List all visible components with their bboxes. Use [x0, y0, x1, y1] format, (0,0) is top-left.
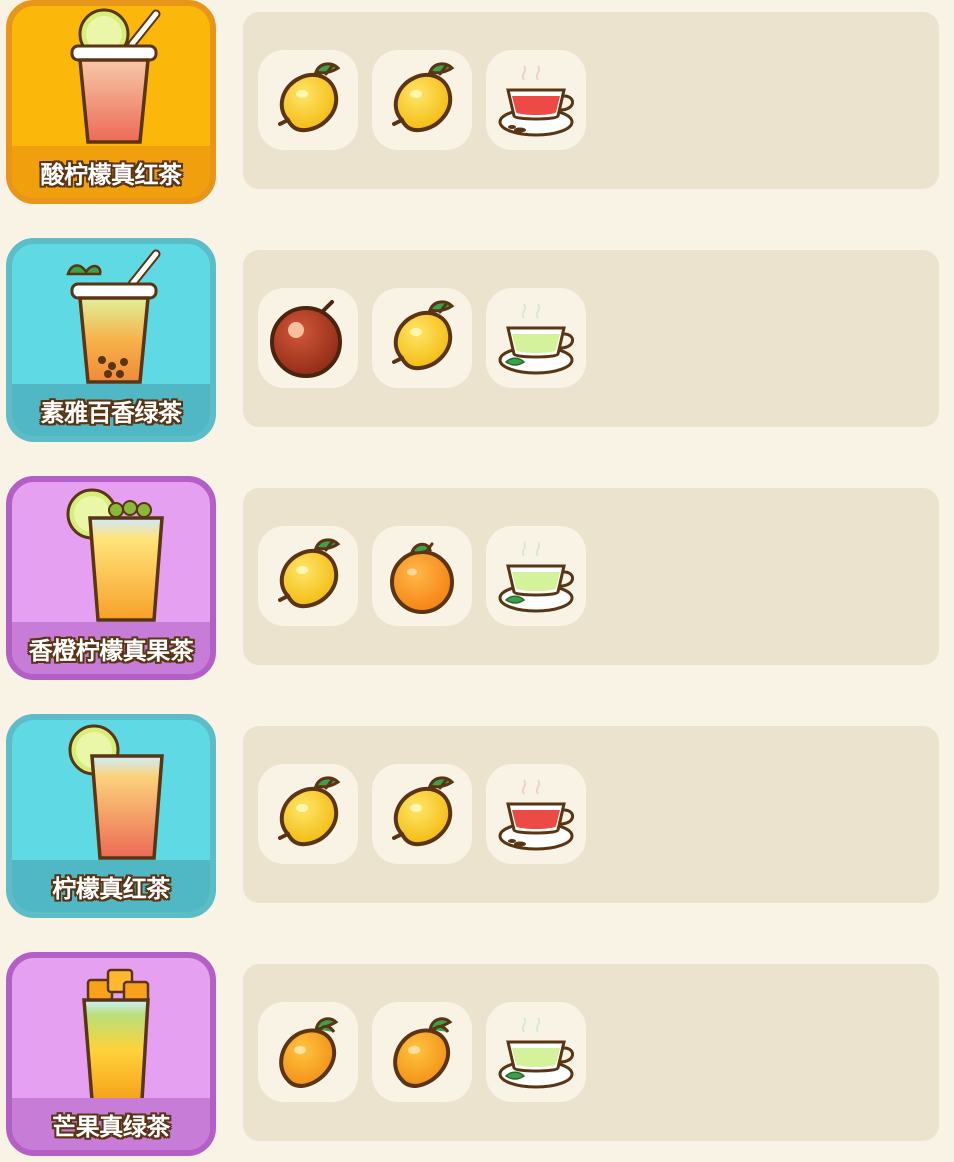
- recipe-card[interactable]: 素雅百香绿茶: [6, 238, 216, 442]
- recipe-name: 香橙柠檬真果茶: [28, 636, 194, 665]
- lemon-black-tea-drink-icon: [70, 8, 161, 144]
- ingredient-panel: [243, 964, 939, 1141]
- recipe-row: 酸柠檬真红茶: [0, 0, 954, 210]
- lemon-icon: [372, 50, 472, 150]
- green-tea-icon: [486, 288, 586, 388]
- ingredient-panel: [243, 488, 939, 665]
- lemon-icon: [258, 764, 358, 864]
- recipe-card[interactable]: 柠檬真红茶: [6, 714, 216, 918]
- recipe-name: 素雅百香绿茶: [40, 398, 183, 427]
- recipe-name-band: 柠檬真红茶: [12, 860, 210, 912]
- recipe-row: 芒果真绿茶: [0, 952, 954, 1162]
- recipe-name: 芒果真绿茶: [52, 1112, 170, 1141]
- ingredient-panel: [243, 250, 939, 427]
- mango-icon: [372, 1002, 472, 1102]
- mango-icon: [258, 1002, 358, 1102]
- recipe-row: 香橙柠檬真果茶: [0, 476, 954, 686]
- ingredient-slot[interactable]: [486, 288, 586, 388]
- mango-green-tea-drink-icon: [82, 968, 150, 1102]
- green-tea-icon: [486, 526, 586, 626]
- recipe-name: 酸柠檬真红茶: [40, 160, 183, 189]
- lemon-icon: [372, 764, 472, 864]
- black-tea-icon: [486, 50, 586, 150]
- ingredient-slot[interactable]: [372, 50, 472, 150]
- orange-icon: [372, 526, 472, 626]
- recipe-name: 柠檬真红茶: [52, 874, 170, 903]
- ingredient-panel: [243, 12, 939, 189]
- recipe-name-band: 香橙柠檬真果茶: [12, 622, 210, 674]
- lemon-icon: [258, 526, 358, 626]
- ingredient-slot[interactable]: [372, 1002, 472, 1102]
- recipe-row: 柠檬真红茶: [0, 714, 954, 924]
- recipe-row: 素雅百香绿茶: [0, 238, 954, 448]
- lemon-red-tea-drink-icon: [68, 724, 164, 860]
- ingredient-panel: [243, 726, 939, 903]
- ingredient-slot[interactable]: [486, 526, 586, 626]
- ingredient-slot[interactable]: [372, 288, 472, 388]
- ingredient-slot[interactable]: [372, 764, 472, 864]
- recipe-name-band: 芒果真绿茶: [12, 1098, 210, 1150]
- ingredient-slot[interactable]: [258, 288, 358, 388]
- green-tea-icon: [486, 1002, 586, 1102]
- recipe-name-band: 素雅百香绿茶: [12, 384, 210, 436]
- ingredient-slot[interactable]: [258, 1002, 358, 1102]
- recipe-card[interactable]: 芒果真绿茶: [6, 952, 216, 1156]
- ingredient-slot[interactable]: [258, 764, 358, 864]
- ingredient-slot[interactable]: [258, 526, 358, 626]
- ingredient-slot[interactable]: [486, 1002, 586, 1102]
- black-tea-icon: [486, 764, 586, 864]
- recipe-card[interactable]: 酸柠檬真红茶: [6, 0, 216, 204]
- recipe-card[interactable]: 香橙柠檬真果茶: [6, 476, 216, 680]
- ingredient-slot[interactable]: [486, 50, 586, 150]
- passion-fruit-green-tea-drink-icon: [66, 249, 161, 384]
- lemon-icon: [372, 288, 472, 388]
- ingredient-slot[interactable]: [258, 50, 358, 150]
- passion-fruit-icon: [258, 288, 358, 388]
- ingredient-slot[interactable]: [486, 764, 586, 864]
- lemon-icon: [258, 50, 358, 150]
- orange-lemon-fruit-tea-drink-icon: [66, 488, 164, 622]
- ingredient-slot[interactable]: [372, 526, 472, 626]
- recipe-name-band: 酸柠檬真红茶: [12, 146, 210, 198]
